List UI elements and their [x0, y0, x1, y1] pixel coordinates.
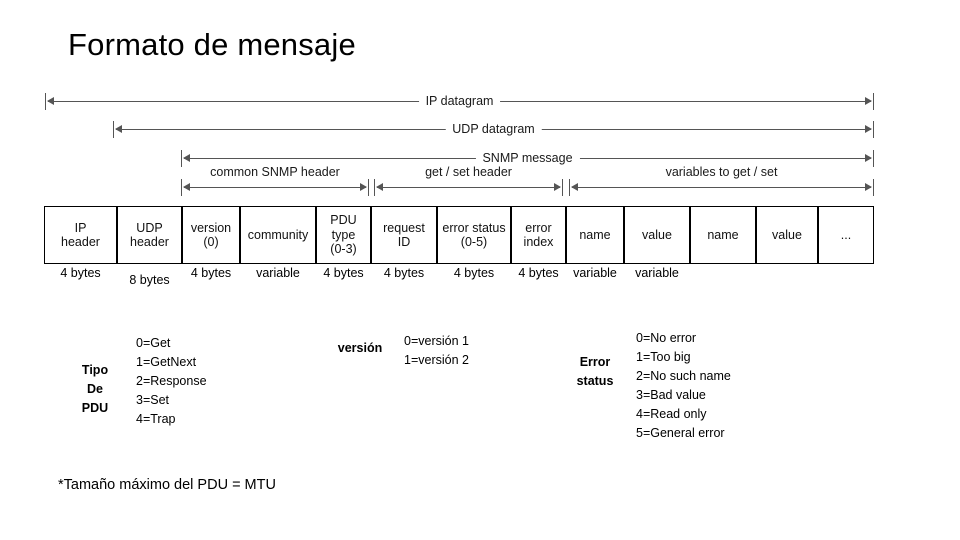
bracket-label: common SNMP header [210, 165, 340, 179]
bracket-end-cap-left [181, 150, 182, 167]
bracket-end-cap-right [873, 150, 874, 167]
field-box-label-line: name [707, 227, 739, 242]
field-box: community [240, 206, 316, 264]
annotation-version-caption: versión [337, 341, 383, 355]
bracket-arrow-left-icon [115, 125, 122, 133]
bracket-span: UDP datagram [113, 118, 874, 140]
field-box-label-line: header [61, 235, 100, 249]
field-box-label-line: (0) [203, 235, 219, 249]
annotation-version-values: 0=versión 1 1=versión 2 [404, 334, 469, 367]
field-box-label-line: (0-3) [330, 242, 357, 257]
bracket-arrow-right-icon [554, 183, 561, 191]
field-box-label-line: ID [397, 235, 411, 249]
bracket-arrow-right-icon [865, 183, 872, 191]
field-box-label-line: ... [840, 227, 852, 242]
field-box-label-line: (0-5) [460, 235, 488, 249]
bracket-line [572, 187, 871, 188]
bracket-label: get / set header [425, 165, 512, 179]
slide-canvas: Formato de mensaje IP datagram UDP datagr… [0, 0, 960, 540]
bracket-line [184, 187, 366, 188]
bracket-end-cap-right [873, 121, 874, 138]
field-size-label: 4 bytes [383, 266, 425, 280]
field-size-label: 4 bytes [60, 266, 101, 280]
bracket-arrow-right-icon [360, 183, 367, 191]
bracket-arrow-right-icon [865, 125, 872, 133]
bracket-end-cap-right [873, 93, 874, 110]
bracket-end-cap-left [113, 121, 114, 138]
page-title: Formato de mensaje [68, 27, 356, 62]
field-box: name [690, 206, 756, 264]
bracket-span: IP datagram [45, 90, 874, 112]
bracket-label: IP datagram [418, 90, 501, 112]
field-box: UDP header [117, 206, 182, 264]
field-box-label-line: IP [74, 220, 87, 235]
bracket-arrow-left-icon [183, 154, 190, 162]
bracket-end-cap-left [569, 179, 570, 196]
field-box-label-line: UDP [136, 220, 163, 235]
field-box: PDU type (0-3) [316, 206, 371, 264]
field-box-label-line: error status [442, 220, 506, 235]
field-size-label: variable [573, 266, 617, 280]
bracket-label: UDP datagram [445, 118, 542, 140]
bracket-span: get / set header [374, 165, 563, 198]
bracket-arrow-right-icon [865, 154, 872, 162]
footnote-max-pdu-size: *Tamaño máximo del PDU = MTU [58, 477, 276, 493]
bracket-span: common SNMP header [181, 165, 369, 198]
field-box: error status (0-5) [437, 206, 511, 264]
bracket-end-cap-left [181, 179, 182, 196]
bracket-label: variables to get / set [665, 165, 778, 179]
field-box-label-line: community [247, 227, 309, 242]
field-box: ... [818, 206, 874, 264]
bracket-line [377, 187, 560, 188]
bracket-end-cap-left [45, 93, 46, 110]
bracket-arrow-right-icon [865, 97, 872, 105]
annotation-error-status-caption: Error status [576, 355, 614, 388]
field-box: name [566, 206, 624, 264]
field-box-label-line: value [772, 227, 802, 242]
field-box-label-line: value [642, 227, 672, 242]
field-size-label: 8 bytes [129, 273, 170, 287]
bracket-end-cap-right [873, 179, 874, 196]
field-box: request ID [371, 206, 437, 264]
field-box-label-line: index [523, 235, 554, 249]
field-box: value [624, 206, 690, 264]
field-size-label: variable [635, 266, 679, 280]
annotation-pdu-type-values: 0=Get 1=GetNext 2=Response 3=Set 4=Trap [136, 336, 207, 426]
field-size-label: 4 bytes [453, 266, 495, 280]
field-box: error index [511, 206, 566, 264]
field-size-label: 4 bytes [323, 266, 364, 280]
field-box: value [756, 206, 818, 264]
field-box-label-line: error [525, 220, 552, 235]
bracket-end-cap-right [368, 179, 369, 196]
bracket-span: variables to get / set [569, 165, 874, 198]
bracket-arrow-left-icon [47, 97, 54, 105]
field-size-label: variable [256, 266, 300, 280]
field-box-label-line: type [331, 227, 356, 242]
field-box: IP header [44, 206, 117, 264]
bracket-end-cap-right [562, 179, 563, 196]
bracket-arrow-left-icon [571, 183, 578, 191]
field-box-label-line: PDU [330, 213, 357, 228]
bracket-arrow-left-icon [376, 183, 383, 191]
field-size-label: 4 bytes [190, 266, 232, 280]
field-box-label-line: version [190, 220, 232, 235]
field-box: version (0) [182, 206, 240, 264]
field-size-label: 4 bytes [518, 266, 559, 280]
annotation-error-status-values: 0=No error 1=Too big 2=No such name 3=Ba… [636, 331, 731, 440]
field-box-label-line: header [130, 235, 169, 249]
bracket-arrow-left-icon [183, 183, 190, 191]
field-box-label-line: name [579, 227, 611, 242]
field-box-label-line: request [383, 220, 425, 235]
bracket-end-cap-left [374, 179, 375, 196]
annotation-pdu-type-caption: Tipo De PDU [81, 363, 109, 415]
